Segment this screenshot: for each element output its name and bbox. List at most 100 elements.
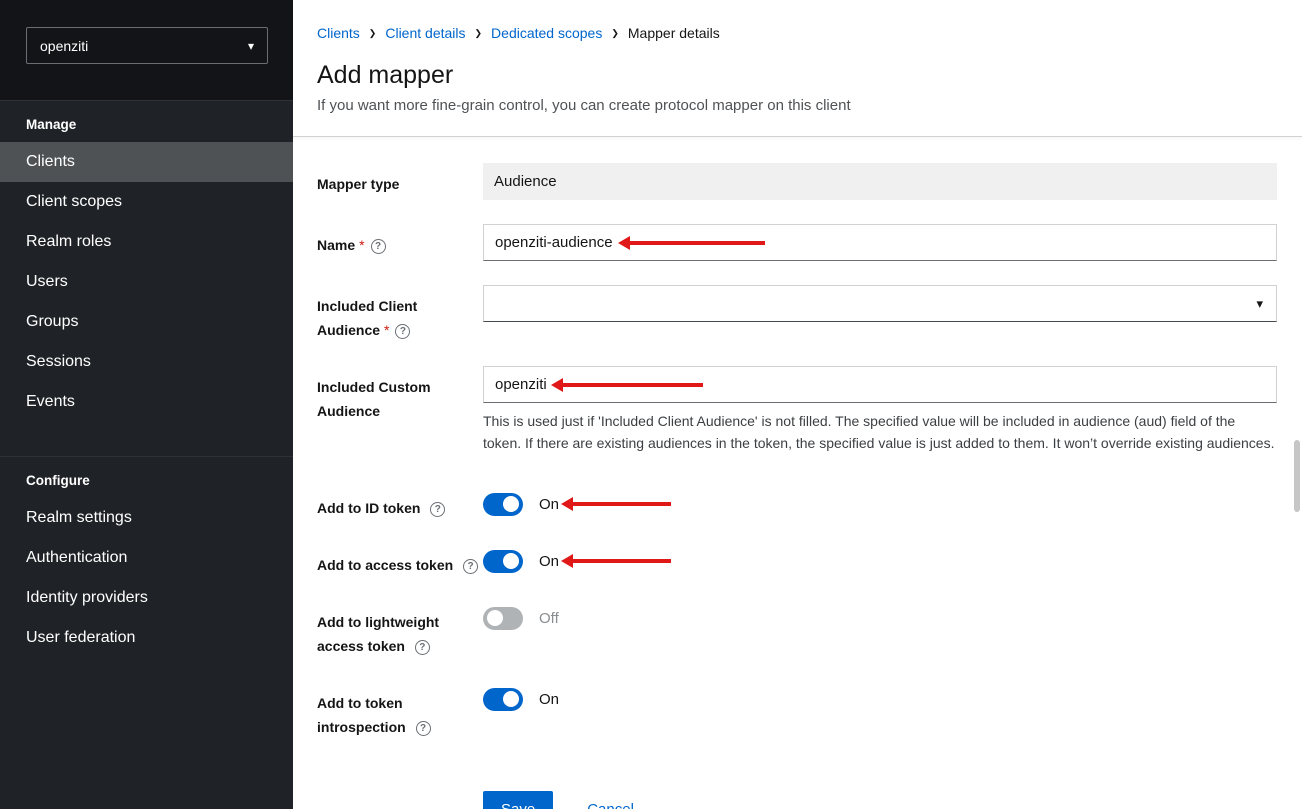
label-text: Mapper type bbox=[317, 176, 399, 192]
nav-list-manage: Clients Client scopes Realm roles Users … bbox=[0, 142, 293, 422]
form-row-included-custom-audience: Included Custom Audience This is used ju… bbox=[317, 366, 1277, 454]
sidebar-item-label: Groups bbox=[26, 313, 78, 331]
nav-list-configure: Realm settings Authentication Identity p… bbox=[0, 498, 293, 658]
breadcrumb-client-details[interactable]: Client details bbox=[385, 25, 465, 41]
annotation-arrow bbox=[573, 502, 671, 506]
sidebar-item-identity-providers[interactable]: Identity providers bbox=[0, 578, 293, 618]
included-custom-audience-help-text: This is used just if 'Included Client Au… bbox=[483, 411, 1277, 454]
label-text: Add to token introspection bbox=[317, 695, 406, 735]
toggle-knob bbox=[487, 610, 503, 626]
sidebar-item-groups[interactable]: Groups bbox=[0, 302, 293, 342]
toggle-state-label: On bbox=[539, 496, 559, 513]
sidebar-nav: Manage Clients Client scopes Realm roles… bbox=[0, 100, 293, 670]
form-row-name: Name*? bbox=[317, 224, 1277, 261]
mapper-type-label: Mapper type bbox=[317, 163, 483, 196]
page-title: Add mapper bbox=[317, 61, 1278, 90]
mapper-type-field: Audience bbox=[483, 163, 1277, 200]
add-to-lightweight-access-token-toggle[interactable] bbox=[483, 607, 523, 630]
name-input[interactable] bbox=[483, 224, 1277, 261]
realm-selector[interactable]: openziti ▾ bbox=[26, 27, 268, 64]
help-icon[interactable]: ? bbox=[415, 640, 430, 655]
add-to-access-token-toggle[interactable] bbox=[483, 550, 523, 573]
mapper-type-control: Audience bbox=[483, 163, 1277, 200]
realm-selector-value: openziti bbox=[40, 38, 88, 54]
nav-heading-configure: Configure bbox=[0, 471, 293, 498]
included-custom-audience-label: Included Custom Audience bbox=[317, 366, 483, 423]
caret-down-icon: ▾ bbox=[248, 39, 254, 53]
sidebar-item-clients[interactable]: Clients bbox=[0, 142, 293, 182]
add-to-access-token-label: Add to access token ? bbox=[317, 544, 483, 577]
help-icon[interactable]: ? bbox=[416, 721, 431, 736]
cancel-button[interactable]: Cancel bbox=[587, 801, 634, 809]
sidebar-item-label: Identity providers bbox=[26, 589, 148, 607]
caret-down-icon: ▾ bbox=[1256, 296, 1263, 312]
nav-heading-manage: Manage bbox=[0, 115, 293, 142]
add-to-id-token-label: Add to ID token ? bbox=[317, 487, 483, 520]
sidebar-item-label: Client scopes bbox=[26, 193, 122, 211]
sidebar-item-realm-roles[interactable]: Realm roles bbox=[0, 222, 293, 262]
sidebar-item-label: Users bbox=[26, 273, 68, 291]
help-icon[interactable]: ? bbox=[463, 559, 478, 574]
sidebar-item-label: Realm roles bbox=[26, 233, 111, 251]
add-to-token-introspection-control: On bbox=[483, 682, 1277, 711]
main-content: Clients ❯ Client details ❯ Dedicated sco… bbox=[293, 0, 1302, 809]
actions-spacer bbox=[317, 791, 483, 800]
label-text: Add to access token bbox=[317, 557, 453, 573]
sidebar-item-sessions[interactable]: Sessions bbox=[0, 342, 293, 382]
sidebar-item-label: User federation bbox=[26, 629, 135, 647]
scrollbar-thumb[interactable] bbox=[1294, 440, 1300, 512]
form-row-add-to-lightweight-access-token: Add to lightweight access token ? Off bbox=[317, 601, 1277, 658]
actions-controls: Save Cancel bbox=[483, 791, 1277, 809]
form-actions: Save Cancel bbox=[317, 791, 1277, 809]
toggle-state-label: On bbox=[539, 553, 559, 570]
name-label: Name*? bbox=[317, 224, 483, 257]
required-indicator: * bbox=[384, 322, 389, 338]
included-client-audience-control: ▾ bbox=[483, 285, 1277, 322]
sidebar-item-label: Sessions bbox=[26, 353, 91, 371]
form-row-add-to-id-token: Add to ID token ? On bbox=[317, 487, 1277, 520]
sidebar-item-events[interactable]: Events bbox=[0, 382, 293, 422]
sidebar-item-realm-settings[interactable]: Realm settings bbox=[0, 498, 293, 538]
breadcrumb-dedicated-scopes[interactable]: Dedicated scopes bbox=[491, 25, 602, 41]
toggle-knob bbox=[503, 691, 519, 707]
help-icon[interactable]: ? bbox=[430, 502, 445, 517]
form-row-add-to-access-token: Add to access token ? On bbox=[317, 544, 1277, 577]
add-to-lightweight-access-token-label: Add to lightweight access token ? bbox=[317, 601, 483, 658]
sidebar-item-label: Realm settings bbox=[26, 509, 132, 527]
name-control bbox=[483, 224, 1277, 261]
chevron-right-icon: ❯ bbox=[611, 28, 619, 39]
nav-section-manage: Manage Clients Client scopes Realm roles… bbox=[0, 100, 293, 434]
chevron-right-icon: ❯ bbox=[475, 28, 483, 39]
help-icon[interactable]: ? bbox=[395, 324, 410, 339]
sidebar-item-label: Events bbox=[26, 393, 75, 411]
toggle-state-label: Off bbox=[539, 610, 559, 627]
nav-section-configure: Configure Realm settings Authentication … bbox=[0, 456, 293, 670]
chevron-right-icon: ❯ bbox=[369, 28, 377, 39]
required-indicator: * bbox=[359, 237, 364, 253]
help-icon[interactable]: ? bbox=[371, 239, 386, 254]
save-button[interactable]: Save bbox=[483, 791, 553, 809]
annotation-arrow bbox=[630, 241, 765, 245]
sidebar-item-label: Authentication bbox=[26, 549, 127, 567]
sidebar: openziti ▾ Manage Clients Client scopes … bbox=[0, 0, 293, 809]
toggle-state-label: On bbox=[539, 691, 559, 708]
sidebar-item-client-scopes[interactable]: Client scopes bbox=[0, 182, 293, 222]
included-custom-audience-control: This is used just if 'Included Client Au… bbox=[483, 366, 1277, 454]
included-custom-audience-input-wrap bbox=[483, 366, 1277, 403]
mapper-form: Mapper type Audience Name*? Included Cli… bbox=[293, 137, 1302, 809]
add-to-id-token-toggle[interactable] bbox=[483, 493, 523, 516]
add-to-token-introspection-toggle[interactable] bbox=[483, 688, 523, 711]
label-text: Name bbox=[317, 237, 355, 253]
sidebar-item-users[interactable]: Users bbox=[0, 262, 293, 302]
sidebar-item-label: Clients bbox=[26, 153, 75, 171]
label-text: Included Custom Audience bbox=[317, 379, 431, 419]
included-client-audience-label: Included Client Audience*? bbox=[317, 285, 483, 342]
breadcrumb-mapper-details: Mapper details bbox=[628, 25, 720, 41]
breadcrumb-clients[interactable]: Clients bbox=[317, 25, 360, 41]
included-client-audience-select[interactable]: ▾ bbox=[483, 285, 1277, 322]
sidebar-item-authentication[interactable]: Authentication bbox=[0, 538, 293, 578]
label-text: Add to ID token bbox=[317, 500, 420, 516]
add-to-id-token-control: On bbox=[483, 487, 1277, 516]
sidebar-item-user-federation[interactable]: User federation bbox=[0, 618, 293, 658]
form-row-included-client-audience: Included Client Audience*? ▾ bbox=[317, 285, 1277, 342]
